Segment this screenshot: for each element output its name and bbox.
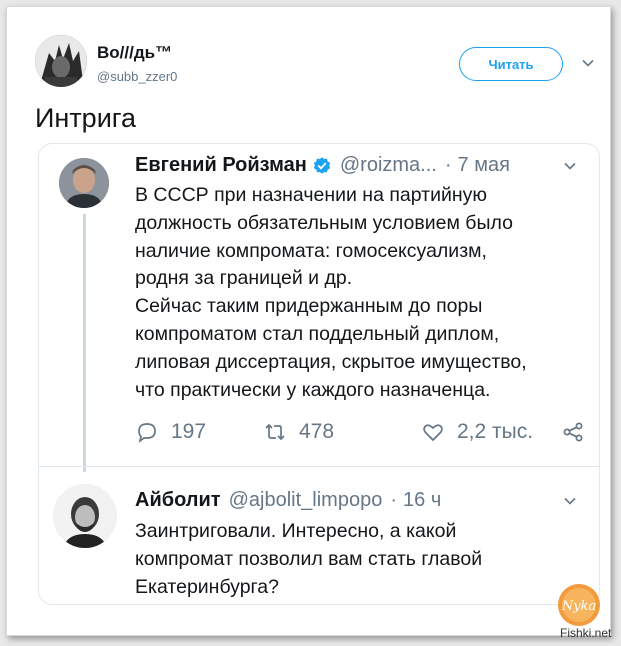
text-line: В СССР при назначении на партийную <box>135 184 488 206</box>
text-line: наличие компромата: гомосексуализм, <box>135 239 487 262</box>
watermark-site: Fishki.net <box>560 626 612 640</box>
author-avatar[interactable] <box>35 35 87 87</box>
heart-icon <box>423 424 443 442</box>
screenshot-card: Во///дь™ @subb_zzer0 Читать Интрига Евге… <box>6 6 611 636</box>
quoted-timestamp[interactable]: 7 мая <box>458 154 510 177</box>
follow-button[interactable]: Читать <box>459 47 563 81</box>
retweet-button[interactable]: 478 <box>263 420 334 444</box>
text-line: Екатеринбурга? <box>135 575 279 598</box>
reply-count: 197 <box>171 420 207 443</box>
share-button[interactable] <box>561 420 585 444</box>
quoted-author-avatar[interactable] <box>59 158 109 208</box>
reply-icon <box>138 423 156 444</box>
text-line: что практически у каждого назначенца. <box>135 378 491 401</box>
chevron-down-icon[interactable] <box>581 56 595 70</box>
tweet-actions: 197 478 2,2 тыс. <box>135 420 585 450</box>
text-line: Сейчас таким придержанным до поры <box>135 295 483 318</box>
reply-timestamp[interactable]: 16 ч <box>403 489 441 512</box>
retweet-icon <box>265 423 285 441</box>
quoted-tweet-text: В СССР при назначении на партийную должн… <box>135 182 585 404</box>
chevron-down-icon[interactable] <box>563 159 577 173</box>
separator-dot: · <box>444 154 452 176</box>
reply-button[interactable]: 197 <box>135 420 206 444</box>
author-name[interactable]: Во///дь™ <box>97 43 172 63</box>
author-handle[interactable]: @subb_zzer0 <box>97 69 177 84</box>
retweet-count: 478 <box>299 420 335 443</box>
quoted-author-handle[interactable]: @roizma... <box>340 154 437 177</box>
reply-author-name[interactable]: Айболит <box>135 489 221 512</box>
text-line: Заинтриговали. Интересно, а какой <box>135 520 457 542</box>
reply-author-avatar[interactable] <box>53 484 117 548</box>
chevron-down-icon[interactable] <box>563 494 577 508</box>
text-line: компромат позволил вам стать главой <box>135 547 483 570</box>
text-line: родня за границей и др. <box>135 267 353 290</box>
quoted-author-name[interactable]: Евгений Ройзман <box>135 154 307 177</box>
separator-dot: · <box>390 489 398 511</box>
like-button[interactable]: 2,2 тыс. <box>421 420 533 444</box>
tweet-text: Интрига <box>35 103 137 133</box>
reply-author-handle[interactable]: @ajbolit_limpopo <box>229 489 383 512</box>
watermark-logo: Nyka <box>558 584 600 626</box>
reply-text: Заинтриговали. Интересно, а какой компро… <box>135 518 585 601</box>
quoted-tweet[interactable]: Евгений Ройзман @roizma... · 7 мая В ССС… <box>38 143 600 605</box>
verified-badge-icon <box>313 156 331 174</box>
divider <box>39 466 599 467</box>
text-line: липовая диссертация, скрытое имущество, <box>135 350 527 373</box>
thread-line <box>83 214 86 472</box>
svg-text:Nyka: Nyka <box>561 599 596 614</box>
text-line: должность обязательным условием было <box>135 211 513 234</box>
text-line: компроматом стал поддельный диплом, <box>135 322 500 345</box>
like-count: 2,2 тыс. <box>457 420 534 443</box>
quoted-header: Евгений Ройзман @roizma... · 7 мая <box>135 154 585 177</box>
reply-header: Айболит @ajbolit_limpopo · 16 ч <box>135 489 441 512</box>
share-icon <box>563 422 583 442</box>
